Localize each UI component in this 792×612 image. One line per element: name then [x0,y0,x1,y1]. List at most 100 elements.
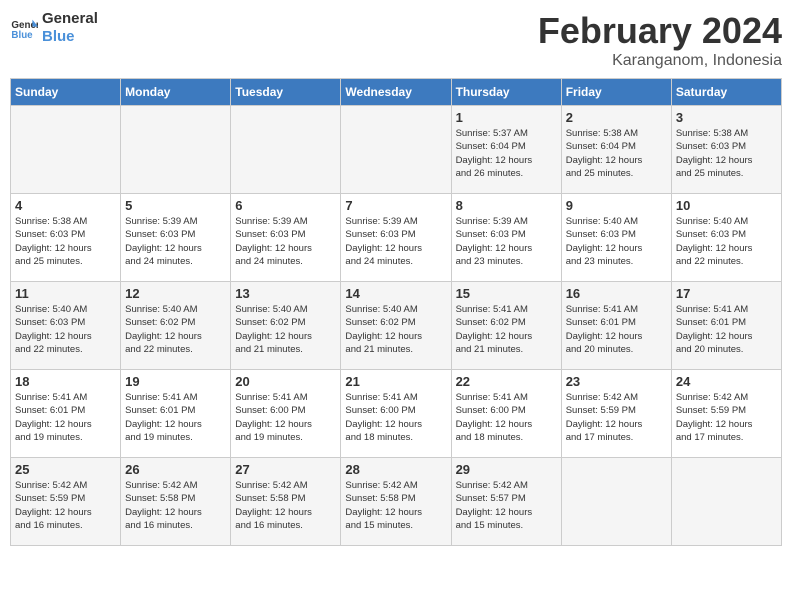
calendar-cell: 26 Sunrise: 5:42 AM Sunset: 5:58 PM Dayli… [121,458,231,546]
day-info: Sunrise: 5:39 AM Sunset: 6:03 PM Dayligh… [456,215,557,268]
svg-text:Blue: Blue [11,30,33,41]
calendar-cell: 14 Sunrise: 5:40 AM Sunset: 6:02 PM Dayli… [341,282,451,370]
calendar-cell: 17 Sunrise: 5:41 AM Sunset: 6:01 PM Dayli… [671,282,781,370]
weekday-header-friday: Friday [561,79,671,106]
day-number: 24 [676,374,777,389]
calendar-cell: 23 Sunrise: 5:42 AM Sunset: 5:59 PM Dayli… [561,370,671,458]
day-info: Sunrise: 5:42 AM Sunset: 5:59 PM Dayligh… [676,391,777,444]
calendar-cell [561,458,671,546]
logo-general: General [42,10,98,28]
calendar-table: SundayMondayTuesdayWednesdayThursdayFrid… [10,78,782,546]
day-number: 21 [345,374,446,389]
calendar-cell: 29Sunrise: 5:42 AM Sunset: 5:57 PM Dayli… [451,458,561,546]
day-number: 1 [456,110,557,125]
day-number: 29 [456,462,557,477]
calendar-week-row: 25Sunrise: 5:42 AM Sunset: 5:59 PM Dayli… [11,458,782,546]
weekday-header-wednesday: Wednesday [341,79,451,106]
calendar-cell: 1 Sunrise: 5:37 AM Sunset: 6:04 PM Daylig… [451,106,561,194]
day-info: Sunrise: 5:40 AM Sunset: 6:02 PM Dayligh… [235,303,336,356]
calendar-cell: 15 Sunrise: 5:41 AM Sunset: 6:02 PM Dayli… [451,282,561,370]
calendar-cell: 27 Sunrise: 5:42 AM Sunset: 5:58 PM Dayli… [231,458,341,546]
day-number: 17 [676,286,777,301]
day-info: Sunrise: 5:41 AM Sunset: 6:00 PM Dayligh… [345,391,446,444]
calendar-cell: 16 Sunrise: 5:41 AM Sunset: 6:01 PM Dayli… [561,282,671,370]
day-info: Sunrise: 5:38 AM Sunset: 6:04 PM Dayligh… [566,127,667,180]
day-number: 2 [566,110,667,125]
calendar-cell [11,106,121,194]
day-number: 18 [15,374,116,389]
month-year-title: February 2024 [538,10,782,52]
day-number: 4 [15,198,116,213]
calendar-cell: 21 Sunrise: 5:41 AM Sunset: 6:00 PM Dayli… [341,370,451,458]
day-number: 12 [125,286,226,301]
day-number: 3 [676,110,777,125]
day-number: 19 [125,374,226,389]
day-number: 22 [456,374,557,389]
day-number: 15 [456,286,557,301]
calendar-cell: 10Sunrise: 5:40 AM Sunset: 6:03 PM Dayli… [671,194,781,282]
calendar-cell: 5Sunrise: 5:39 AM Sunset: 6:03 PM Daylig… [121,194,231,282]
calendar-cell: 19 Sunrise: 5:41 AM Sunset: 6:01 PM Dayli… [121,370,231,458]
day-info: Sunrise: 5:40 AM Sunset: 6:02 PM Dayligh… [345,303,446,356]
day-number: 27 [235,462,336,477]
weekday-header-tuesday: Tuesday [231,79,341,106]
calendar-cell: 20Sunrise: 5:41 AM Sunset: 6:00 PM Dayli… [231,370,341,458]
day-info: Sunrise: 5:42 AM Sunset: 5:58 PM Dayligh… [235,479,336,532]
day-number: 25 [15,462,116,477]
calendar-week-row: 1 Sunrise: 5:37 AM Sunset: 6:04 PM Daylig… [11,106,782,194]
weekday-header-sunday: Sunday [11,79,121,106]
day-info: Sunrise: 5:41 AM Sunset: 6:01 PM Dayligh… [676,303,777,356]
day-info: Sunrise: 5:41 AM Sunset: 6:02 PM Dayligh… [456,303,557,356]
day-number: 16 [566,286,667,301]
calendar-cell: 28 Sunrise: 5:42 AM Sunset: 5:58 PM Dayli… [341,458,451,546]
calendar-cell: 4Sunrise: 5:38 AM Sunset: 6:03 PM Daylig… [11,194,121,282]
location-subtitle: Karanganom, Indonesia [538,52,782,70]
day-number: 6 [235,198,336,213]
calendar-cell: 6Sunrise: 5:39 AM Sunset: 6:03 PM Daylig… [231,194,341,282]
calendar-cell: 9 Sunrise: 5:40 AM Sunset: 6:03 PM Daylig… [561,194,671,282]
calendar-week-row: 4Sunrise: 5:38 AM Sunset: 6:03 PM Daylig… [11,194,782,282]
weekday-header-row: SundayMondayTuesdayWednesdayThursdayFrid… [11,79,782,106]
day-info: Sunrise: 5:40 AM Sunset: 6:03 PM Dayligh… [566,215,667,268]
day-number: 9 [566,198,667,213]
day-info: Sunrise: 5:42 AM Sunset: 5:59 PM Dayligh… [566,391,667,444]
calendar-cell [341,106,451,194]
calendar-cell: 13 Sunrise: 5:40 AM Sunset: 6:02 PM Dayli… [231,282,341,370]
calendar-cell: 8Sunrise: 5:39 AM Sunset: 6:03 PM Daylig… [451,194,561,282]
day-info: Sunrise: 5:41 AM Sunset: 6:01 PM Dayligh… [15,391,116,444]
logo-blue: Blue [42,28,98,46]
day-number: 26 [125,462,226,477]
day-number: 14 [345,286,446,301]
day-info: Sunrise: 5:38 AM Sunset: 6:03 PM Dayligh… [676,127,777,180]
weekday-header-monday: Monday [121,79,231,106]
day-info: Sunrise: 5:42 AM Sunset: 5:58 PM Dayligh… [345,479,446,532]
calendar-cell: 3 Sunrise: 5:38 AM Sunset: 6:03 PM Daylig… [671,106,781,194]
calendar-cell: 25Sunrise: 5:42 AM Sunset: 5:59 PM Dayli… [11,458,121,546]
day-number: 20 [235,374,336,389]
calendar-cell: 22Sunrise: 5:41 AM Sunset: 6:00 PM Dayli… [451,370,561,458]
day-number: 11 [15,286,116,301]
day-number: 7 [345,198,446,213]
logo: General Blue General Blue [10,10,98,46]
day-info: Sunrise: 5:41 AM Sunset: 6:01 PM Dayligh… [125,391,226,444]
calendar-cell [231,106,341,194]
calendar-week-row: 18 Sunrise: 5:41 AM Sunset: 6:01 PM Dayli… [11,370,782,458]
day-info: Sunrise: 5:42 AM Sunset: 5:58 PM Dayligh… [125,479,226,532]
day-info: Sunrise: 5:40 AM Sunset: 6:03 PM Dayligh… [15,303,116,356]
calendar-cell [121,106,231,194]
day-info: Sunrise: 5:41 AM Sunset: 6:01 PM Dayligh… [566,303,667,356]
day-info: Sunrise: 5:37 AM Sunset: 6:04 PM Dayligh… [456,127,557,180]
title-area: February 2024 Karanganom, Indonesia [538,10,782,70]
day-number: 23 [566,374,667,389]
day-info: Sunrise: 5:39 AM Sunset: 6:03 PM Dayligh… [345,215,446,268]
page-header: General Blue General Blue February 2024 … [10,10,782,70]
calendar-cell: 2 Sunrise: 5:38 AM Sunset: 6:04 PM Daylig… [561,106,671,194]
logo-icon: General Blue [10,14,38,42]
calendar-cell: 11 Sunrise: 5:40 AM Sunset: 6:03 PM Dayli… [11,282,121,370]
day-number: 10 [676,198,777,213]
day-info: Sunrise: 5:40 AM Sunset: 6:02 PM Dayligh… [125,303,226,356]
day-number: 13 [235,286,336,301]
weekday-header-saturday: Saturday [671,79,781,106]
day-number: 28 [345,462,446,477]
weekday-header-thursday: Thursday [451,79,561,106]
